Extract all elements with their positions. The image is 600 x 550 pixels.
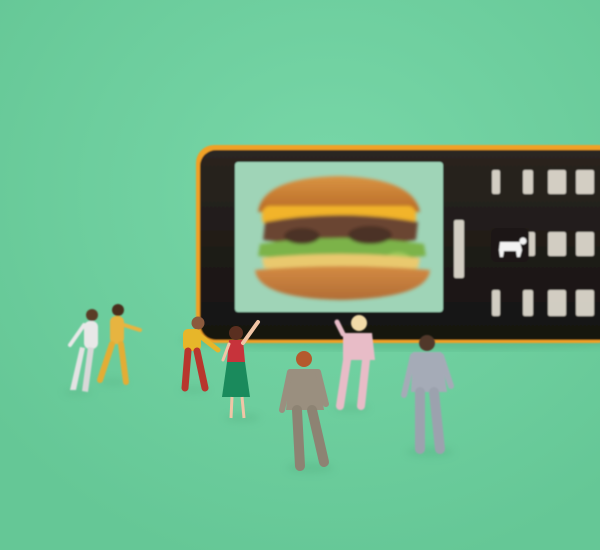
phone: [196, 145, 600, 343]
cow-icon: [491, 228, 529, 262]
photo-scene: [0, 0, 600, 550]
burger-image: [255, 176, 430, 300]
